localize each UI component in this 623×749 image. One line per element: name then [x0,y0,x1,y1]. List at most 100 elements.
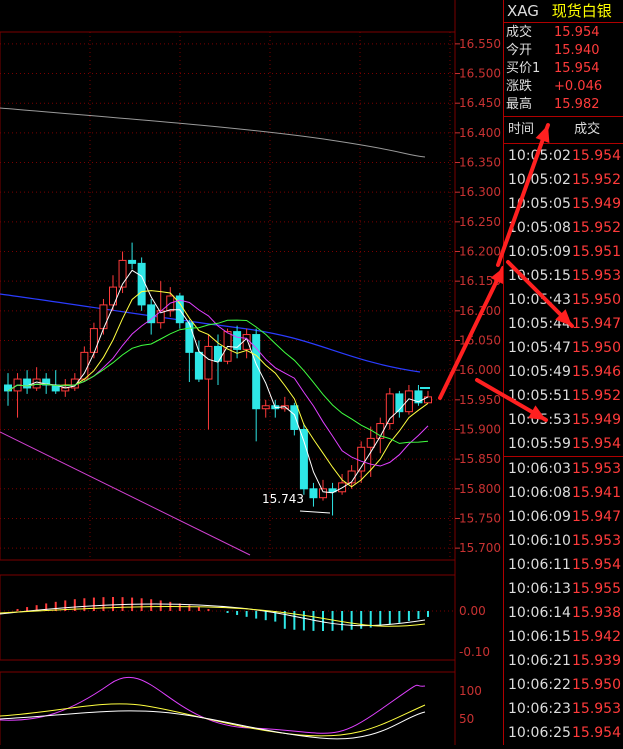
trade-row[interactable]: 10:05:4415.947 [504,312,623,336]
trade-price: 15.953 [572,701,621,717]
low-price-marker [299,510,331,514]
trade-row[interactable]: 10:06:0315.953 [504,456,623,481]
trade-time: 10:06:15 [508,629,571,645]
trade-row[interactable]: 10:06:1115.954 [504,553,623,577]
kline-chart[interactable]: 16.550 16.500 16.450 16.400 16.350 16.300 16.2… [0,0,505,749]
price-tick-label: 16.400 [459,126,501,140]
trade-row[interactable]: 10:05:0515.949 [504,192,623,216]
trade-row[interactable]: 10:06:0815.941 [504,481,623,505]
price-tick-label: 16.350 [459,156,501,170]
trade-row[interactable]: 10:06:2515.954 [504,721,623,745]
trades-header: 时间 成交 [504,117,623,144]
price-tick-label: 16.200 [459,245,501,259]
trade-time: 10:06:11 [508,557,571,573]
trade-row[interactable]: 10:06:1315.955 [504,577,623,601]
trade-row[interactable]: 10:05:5915.954 [504,432,623,456]
trade-row[interactable]: 10:05:4315.950 [504,288,623,312]
trade-price: 15.942 [572,629,621,645]
trade-row[interactable]: 10:05:5315.949 [504,408,623,432]
ticker-code: XAG [507,2,539,20]
trade-price: 15.950 [572,292,621,308]
candle-body [137,262,146,306]
trade-price: 15.950 [572,340,621,356]
trade-row[interactable]: 10:05:1515.953 [504,264,623,288]
price-tick-label: 16.250 [459,215,501,229]
trade-price: 15.939 [572,653,621,669]
trade-time: 10:05:15 [508,268,571,284]
trades-list[interactable]: 10:05:0215.954 10:05:0215.952 10:05:0515.9… [504,144,623,745]
trade-price: 15.949 [572,196,621,212]
price-column-header: 成交 [574,122,601,137]
quote-row: 涨跌 +0.046 [504,78,623,96]
chart-canvas: 16.550 16.500 16.450 16.400 16.350 16.300 16.2… [0,0,505,749]
trade-price: 15.952 [572,220,621,236]
trade-time: 10:05:47 [508,340,571,356]
quote-row: 成交 15.954 [504,24,623,42]
trade-row[interactable]: 10:06:2315.953 [504,697,623,721]
trade-price: 15.949 [572,412,621,428]
trade-row[interactable]: 10:05:4915.946 [504,360,623,384]
candle-body [4,384,12,392]
quote-value: +0.046 [554,79,603,94]
trade-row[interactable]: 10:05:0915.951 [504,240,623,264]
trade-price: 15.953 [572,268,621,284]
price-tick-label: 15.900 [459,422,501,436]
trade-row[interactable]: 10:06:1415.938 [504,601,623,625]
trade-price: 15.954 [572,557,621,573]
trade-row[interactable]: 10:06:0915.947 [504,505,623,529]
trade-row[interactable]: 10:06:2215.950 [504,673,623,697]
trade-price: 15.954 [572,148,621,164]
candle-body [319,488,327,499]
quote-value: 15.940 [554,43,600,58]
trade-time: 10:05:09 [508,244,571,260]
trade-price: 15.954 [572,436,621,452]
trade-time: 10:06:03 [508,461,571,477]
trade-price: 15.952 [572,388,621,404]
trade-time: 10:05:53 [508,412,571,428]
candle-body [118,259,127,288]
price-tick-label: 15.800 [459,482,501,496]
trade-row[interactable]: 10:05:0215.954 [504,144,623,168]
trade-time: 10:06:22 [508,677,571,693]
candle-body [204,345,213,380]
price-tick-label: 15.700 [459,541,501,555]
trade-price: 15.938 [572,605,621,621]
kd-j-line [0,710,426,740]
trade-row[interactable]: 10:05:5115.952 [504,384,623,408]
trade-time: 10:05:08 [508,220,571,236]
price-tick-label: 15.850 [459,452,501,466]
trade-row[interactable]: 10:05:0815.952 [504,216,623,240]
candle-body [366,437,375,448]
quote-row: 最高 15.982 [504,96,623,114]
candle-body [128,259,137,264]
trade-row[interactable]: 10:06:1015.953 [504,529,623,553]
quote-value: 15.954 [554,61,600,76]
trade-price: 15.941 [572,485,621,501]
main-panel-frame [0,31,456,561]
trade-time: 10:05:44 [508,316,571,332]
trade-price: 15.950 [572,677,621,693]
trade-price: 15.955 [572,581,621,597]
trade-price: 15.954 [572,725,621,741]
trade-row[interactable]: 10:06:2115.939 [504,649,623,673]
trade-time: 10:05:43 [508,292,571,308]
ticker-name: 现货白银 [551,2,612,20]
trade-price: 15.953 [572,533,621,549]
trade-row[interactable]: 10:05:0215.952 [504,168,623,192]
trade-time: 10:05:51 [508,388,571,404]
quote-label: 涨跌 [506,79,533,94]
quote-label: 买价1 [506,61,541,76]
price-tick-label: 16.000 [459,363,501,377]
trend-line [0,431,251,556]
trade-price: 15.951 [572,244,621,260]
price-tick-label: 16.300 [459,185,501,199]
quote-panel: XAG 现货白银 成交 15.954 今开 15.940 买价1 15.954 涨跌 +0.0… [503,0,623,745]
trade-time: 10:05:02 [508,148,571,164]
trade-row[interactable]: 10:05:4715.950 [504,336,623,360]
candle-body [299,428,308,490]
trade-row[interactable]: 10:06:1515.942 [504,625,623,649]
trade-time: 10:05:59 [508,436,571,452]
trade-time: 10:06:25 [508,725,571,741]
trade-time: 10:06:21 [508,653,571,669]
quote-summary: 成交 15.954 今开 15.940 买价1 15.954 涨跌 +0.046 最高 15.98… [504,23,623,117]
